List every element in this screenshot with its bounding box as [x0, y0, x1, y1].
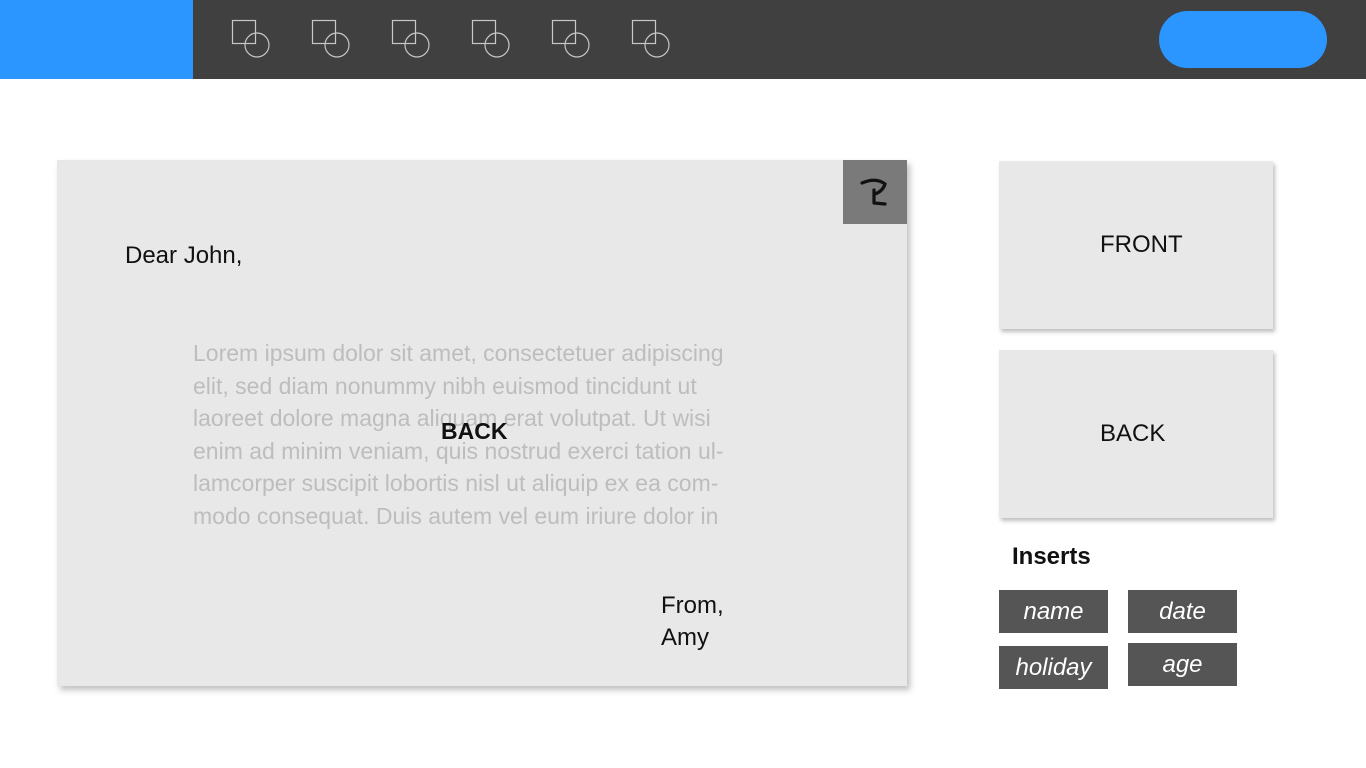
front-side-thumbnail[interactable]: FRONT	[999, 161, 1273, 329]
shape-tool-icon[interactable]	[631, 19, 671, 59]
card-greeting: Dear John,	[125, 242, 243, 269]
shape-tool-icon[interactable]	[391, 19, 431, 59]
shape-tool-icon[interactable]	[311, 19, 351, 59]
back-side-label: BACK	[1100, 420, 1166, 447]
flip-icon	[860, 178, 887, 206]
insert-chip-age[interactable]: age	[1128, 643, 1237, 686]
sign-off-signature: Amy	[661, 624, 709, 651]
shape-tool-icon[interactable]	[551, 19, 591, 59]
card-canvas[interactable]: Dear John, Lorem ipsum dolor sit amet, c…	[57, 160, 907, 686]
insert-chip-date[interactable]: date	[1128, 590, 1237, 633]
shape-tool-icon[interactable]	[231, 19, 271, 59]
insert-chip-holiday[interactable]: holiday	[999, 646, 1108, 689]
sign-off-closing: From,	[661, 592, 724, 619]
logo-block	[0, 0, 193, 79]
primary-action-button[interactable]	[1159, 11, 1327, 68]
top-toolbar	[0, 0, 1366, 79]
front-side-label: FRONT	[1100, 231, 1183, 258]
card-sign-off: From, Amy	[661, 590, 724, 654]
card-side-label: BACK	[441, 418, 508, 444]
inserts-heading: Inserts	[1012, 543, 1091, 570]
back-side-thumbnail[interactable]: BACK	[999, 350, 1273, 518]
insert-chip-name[interactable]: name	[999, 590, 1108, 633]
flip-button[interactable]	[843, 160, 907, 224]
shape-tool-icon[interactable]	[471, 19, 511, 59]
